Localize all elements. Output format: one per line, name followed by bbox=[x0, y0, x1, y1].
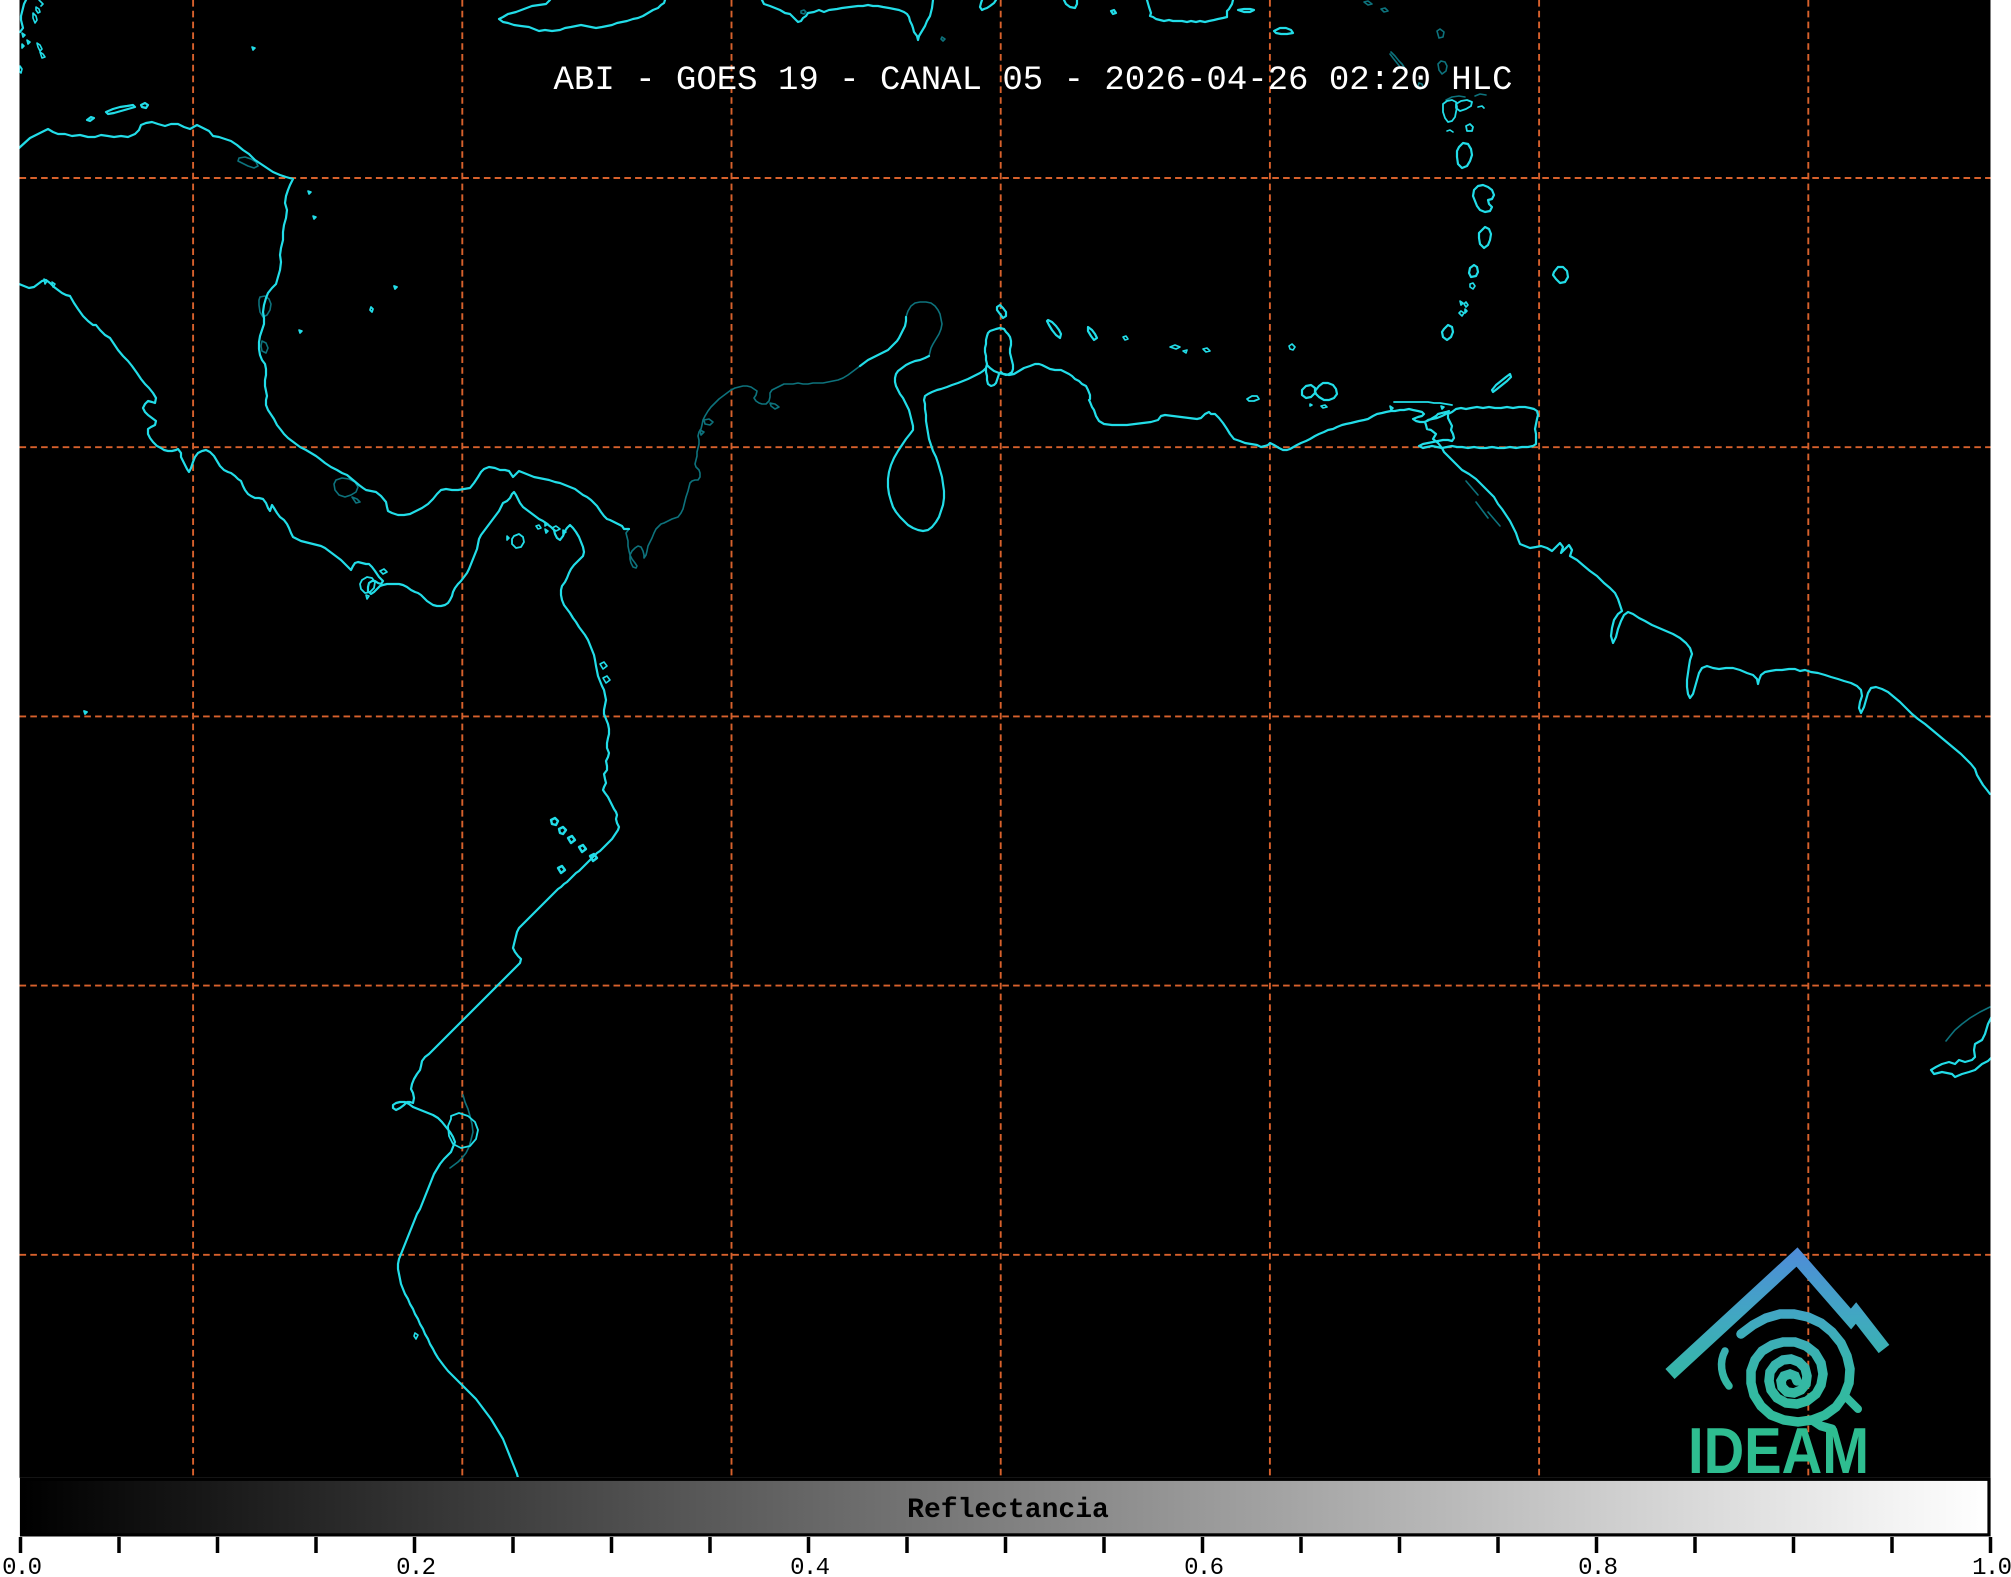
svg-text:0.4: 0.4 bbox=[790, 1555, 830, 1577]
svg-text:Reflectancia: Reflectancia bbox=[907, 1495, 1109, 1526]
svg-text:0.6: 0.6 bbox=[1184, 1555, 1223, 1577]
svg-text:IDEAM: IDEAM bbox=[1688, 1414, 1869, 1487]
svg-text:0.8: 0.8 bbox=[1578, 1555, 1617, 1577]
svg-text:1.0: 1.0 bbox=[1972, 1555, 2011, 1577]
svg-text:0.2: 0.2 bbox=[396, 1555, 435, 1577]
svg-text:ABI - GOES 19 - CANAL 05 - 202: ABI - GOES 19 - CANAL 05 - 2026-04-26 02… bbox=[554, 62, 1513, 100]
svg-text:0.0: 0.0 bbox=[2, 1555, 41, 1577]
